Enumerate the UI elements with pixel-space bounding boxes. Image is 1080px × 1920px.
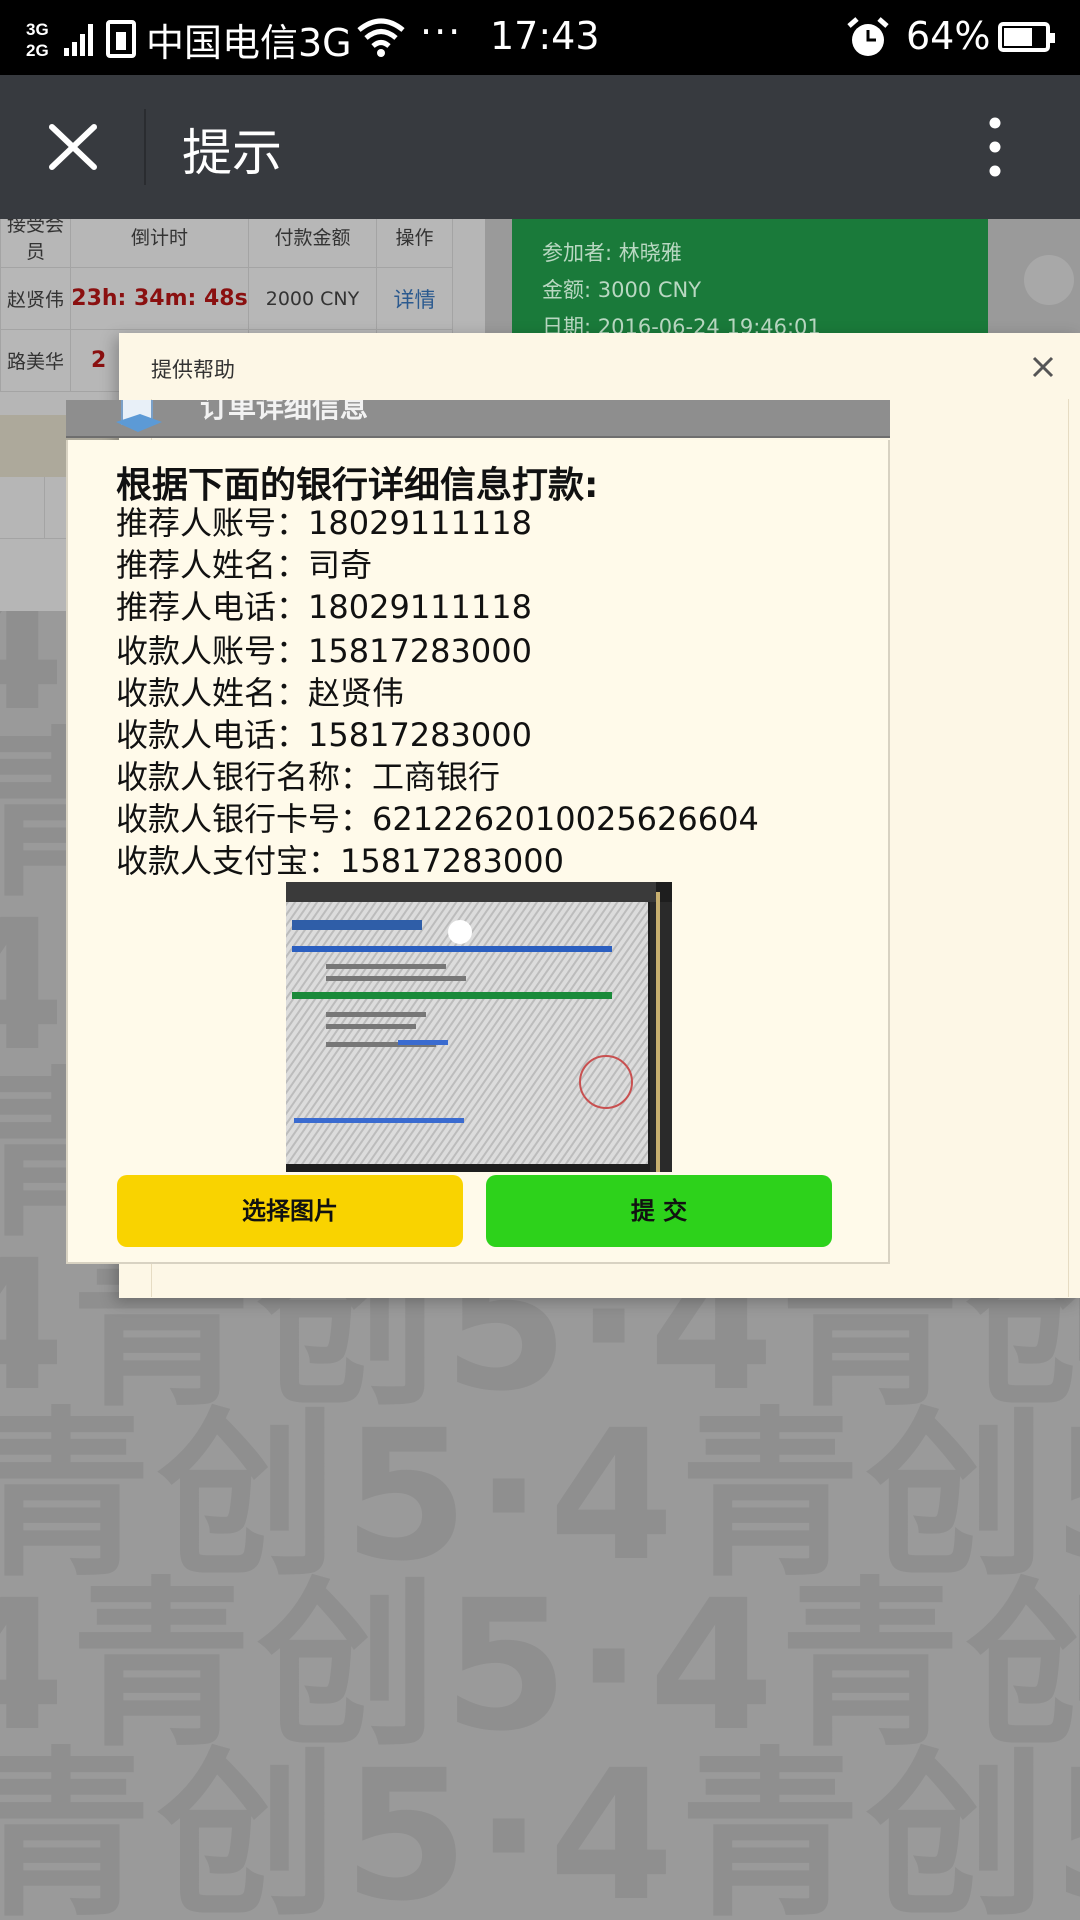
- carrier-name: 中国电信3G: [146, 21, 352, 65]
- document-icon: [116, 400, 162, 432]
- submit-button[interactable]: 提 交: [486, 1175, 832, 1247]
- payee-account: 收款人账号：15817283000: [116, 632, 532, 670]
- signal-icon: 3G 2G: [26, 20, 93, 58]
- participant-name: 参加者: 林晓雅: [542, 241, 682, 265]
- title-divider: [144, 109, 146, 185]
- page-title: 提示: [182, 124, 282, 182]
- dialog-close-icon[interactable]: [1031, 355, 1055, 379]
- alarm-clock-icon: [847, 17, 889, 56]
- table-header: 付款金额: [248, 219, 377, 268]
- decorative-circle: [1024, 255, 1074, 305]
- battery-icon: [998, 22, 1055, 52]
- payment-detail-sheet: 订单详细信息 根据下面的银行详细信息打款: 推荐人账号：18029111118 …: [66, 400, 1010, 1264]
- details-link[interactable]: 详情: [376, 267, 453, 330]
- table-header: 接受会员: [0, 219, 71, 268]
- participant-amount: 金额: 3000 CNY: [542, 278, 702, 302]
- table-divider: [44, 477, 45, 539]
- sim-card-icon: [106, 20, 136, 58]
- member-name: 路美华: [0, 329, 71, 392]
- payee-alipay: 收款人支付宝：15817283000: [116, 842, 564, 880]
- member-name: 赵贤伟: [0, 267, 71, 330]
- payee-name: 收款人姓名：赵贤伟: [116, 674, 405, 712]
- svg-text:2G: 2G: [26, 41, 49, 58]
- bank-info-box: 根据下面的银行详细信息打款: 推荐人账号：18029111118 推荐人姓名：司…: [66, 440, 890, 1264]
- app-title-bar: 提示: [0, 75, 1080, 219]
- clock-time: 17:43: [490, 14, 600, 58]
- wifi-icon: [357, 18, 405, 57]
- status-bar: 3G 2G 中国电信3G ··· 17:43 64%: [0, 0, 1080, 75]
- close-icon[interactable]: [38, 109, 108, 185]
- dialog-title: 提供帮助: [151, 358, 235, 382]
- payee-card-number: 收款人银行卡号：6212262010025626604: [116, 800, 759, 838]
- table-header: 操作: [376, 219, 453, 268]
- payment-proof-image: [286, 882, 672, 1172]
- order-detail-header: 订单详细信息: [66, 400, 890, 438]
- referrer-account: 推荐人账号：18029111118: [116, 504, 532, 542]
- table-row: 赵贤伟 23h: 34m: 48s 2000 CNY 详情: [0, 267, 453, 330]
- countdown-timer: 23h: 34m: 48s: [70, 267, 249, 330]
- watermark-text: 4青创5·4青创5·: [0, 1732, 1080, 1920]
- more-notifications-dots: ···: [420, 10, 463, 54]
- payee-bank-name: 收款人银行名称：工商银行: [116, 758, 501, 796]
- order-detail-title: 订单详细信息: [200, 400, 369, 424]
- table-header-row: 接受会员 倒计时 付款金额 操作: [0, 219, 453, 268]
- participant-card: 参加者: 林晓雅 金额: 3000 CNY 日期: 2016-06-24 19:…: [512, 219, 988, 339]
- battery-percent: 64%: [906, 14, 991, 58]
- payment-amount: 2000 CNY: [248, 267, 377, 330]
- svg-text:3G: 3G: [26, 20, 49, 39]
- more-options-icon[interactable]: [980, 115, 1010, 179]
- payee-phone: 收款人电话：15817283000: [116, 716, 532, 754]
- select-image-button[interactable]: 选择图片: [117, 1175, 463, 1247]
- referrer-phone: 推荐人电话：18029111118: [116, 588, 532, 626]
- table-header: 倒计时: [70, 219, 249, 268]
- referrer-name: 推荐人姓名：司奇: [116, 546, 373, 584]
